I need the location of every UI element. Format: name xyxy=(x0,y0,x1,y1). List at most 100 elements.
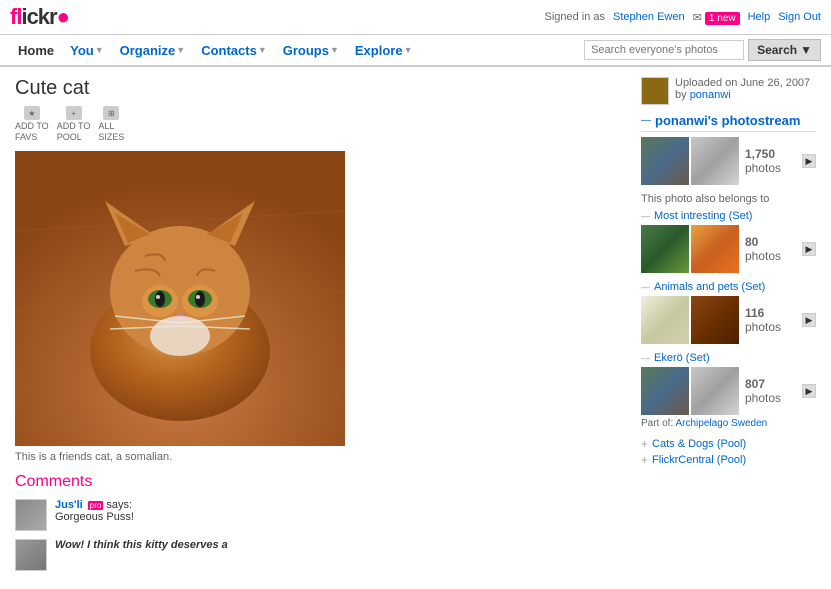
header-left: flickr● xyxy=(10,4,69,30)
photo-caption: This is a friends cat, a somalian. xyxy=(15,451,626,463)
set-3-header: — Ekerö (Set) xyxy=(641,352,816,364)
signed-in-text: Signed in as xyxy=(544,11,605,23)
set-2-count: 116 photos xyxy=(745,306,781,334)
photostream-strip: 1,750 photos ▶ xyxy=(641,137,816,185)
photo-image[interactable] xyxy=(15,151,345,446)
set-2-next-arrow[interactable]: ▶ xyxy=(802,313,816,327)
add-to-pool-button[interactable]: + ADD TOPOOL xyxy=(57,106,91,143)
help-link[interactable]: Help xyxy=(748,11,771,23)
set-3-strip: 807 photos ▶ xyxy=(641,367,816,415)
set-3-next-arrow[interactable]: ▶ xyxy=(802,384,816,398)
upload-info: Uploaded on June 26, 2007 by ponanwi xyxy=(641,77,816,105)
uploaded-text: Uploaded on June 26, 2007 xyxy=(675,77,810,89)
set-2-strip: 116 photos ▶ xyxy=(641,296,816,344)
header-right: Signed in as Stephen Ewen ✉ 1 new Help S… xyxy=(544,11,821,24)
favs-icon: ★ xyxy=(24,106,40,120)
set-3-thumb-1[interactable] xyxy=(641,367,689,415)
comment-user-1[interactable]: Jus'li xyxy=(55,499,83,511)
comments-section: Comments Jus'li pro says: Gorgeous Puss!… xyxy=(15,473,626,571)
set-1-count-area: 80 photos xyxy=(741,235,800,263)
set-1-strip: 80 photos ▶ xyxy=(641,225,816,273)
set-2-count-area: 116 photos xyxy=(741,306,800,334)
part-of-text: Part of: Archipelago Sweden xyxy=(641,418,816,429)
set-1-count: 80 photos xyxy=(745,235,781,263)
set-1-thumb-2[interactable] xyxy=(691,225,739,273)
search-input[interactable] xyxy=(584,40,744,60)
set-3: — Ekerö (Set) 807 photos ▶ Part of: Arch… xyxy=(641,352,816,429)
nav-home[interactable]: Home xyxy=(10,41,62,60)
comment-2: Wow! I think this kitty deserves a xyxy=(15,539,626,571)
sidebar: Uploaded on June 26, 2007 by ponanwi — p… xyxy=(641,77,816,579)
set-3-toggle[interactable]: — xyxy=(641,353,650,363)
photostream-thumb-2[interactable] xyxy=(691,137,739,185)
pools-section: + Cats & Dogs (Pool) + FlickrCentral (Po… xyxy=(641,437,816,467)
nav-you[interactable]: You▼ xyxy=(62,41,112,60)
search-button[interactable]: Search▼ xyxy=(748,39,821,61)
navbar: Home You▼ Organize▼ Contacts▼ Groups▼ Ex… xyxy=(0,35,831,67)
photostream-next-arrow[interactable]: ▶ xyxy=(802,154,816,168)
message-icon[interactable]: ✉ 1 new xyxy=(693,11,740,24)
photostream-count-area: 1,750 photos xyxy=(741,147,800,175)
comment-1: Jus'li pro says: Gorgeous Puss! xyxy=(15,499,626,531)
nav-contacts[interactable]: Contacts▼ xyxy=(193,41,275,60)
uploader-avatar xyxy=(641,77,669,105)
comment-body-1: Jus'li pro says: Gorgeous Puss! xyxy=(55,499,134,531)
set-2: — Animals and pets (Set) 116 photos ▶ xyxy=(641,281,816,344)
photo-actions: ★ ADD TOFAVS + ADD TOPOOL ⊞ ALLSIZES xyxy=(15,106,626,143)
photostream-count: 1,750 photos xyxy=(745,147,800,175)
comment-text-1: Gorgeous Puss! xyxy=(55,511,134,523)
set-1: — Most intresting (Set) 80 photos ▶ xyxy=(641,210,816,273)
comment-says-1: says: xyxy=(106,499,132,511)
pool-1: + Cats & Dogs (Pool) xyxy=(641,437,816,451)
nav-organize[interactable]: Organize▼ xyxy=(112,41,194,60)
main: Cute cat ★ ADD TOFAVS + ADD TOPOOL ⊞ ALL… xyxy=(0,67,831,589)
set-1-toggle[interactable]: — xyxy=(641,211,650,221)
username-link[interactable]: Stephen Ewen xyxy=(613,11,685,23)
all-sizes-button[interactable]: ⊞ ALLSIZES xyxy=(98,106,124,143)
photostream-section-header: — ponanwi's photostream xyxy=(641,113,816,132)
set-2-toggle[interactable]: — xyxy=(641,282,650,292)
search-dropdown-arrow[interactable]: ▼ xyxy=(800,43,812,57)
photo-title: Cute cat xyxy=(15,77,626,100)
photostream-title[interactable]: ponanwi's photostream xyxy=(655,113,800,128)
search-bar: Search▼ xyxy=(584,39,821,61)
comments-title: Comments xyxy=(15,473,626,491)
comment-avatar-2 xyxy=(15,539,47,571)
set-1-header: — Most intresting (Set) xyxy=(641,210,816,222)
set-2-name[interactable]: Animals and pets (Set) xyxy=(654,281,765,293)
uploader-link[interactable]: ponanwi xyxy=(690,89,731,101)
pool-2-link[interactable]: FlickrCentral (Pool) xyxy=(652,454,746,466)
pool-2-plus: + xyxy=(641,453,648,467)
nav-explore[interactable]: Explore▼ xyxy=(347,41,421,60)
set-1-next-arrow[interactable]: ▶ xyxy=(802,242,816,256)
set-2-thumb-1[interactable] xyxy=(641,296,689,344)
set-2-thumb-2[interactable] xyxy=(691,296,739,344)
set-3-thumb-2[interactable] xyxy=(691,367,739,415)
comment-text-2: Wow! I think this kitty deserves a xyxy=(55,539,228,551)
content-area: Cute cat ★ ADD TOFAVS + ADD TOPOOL ⊞ ALL… xyxy=(15,77,626,579)
set-3-count-area: 807 photos xyxy=(741,377,800,405)
set-2-header: — Animals and pets (Set) xyxy=(641,281,816,293)
add-to-favs-button[interactable]: ★ ADD TOFAVS xyxy=(15,106,49,143)
pool-icon: + xyxy=(66,106,82,120)
part-of-link[interactable]: Archipelago Sweden xyxy=(675,418,767,429)
set-3-name[interactable]: Ekerö (Set) xyxy=(654,352,710,364)
set-1-name[interactable]: Most intresting (Set) xyxy=(654,210,752,222)
header: flickr● Signed in as Stephen Ewen ✉ 1 ne… xyxy=(0,0,831,35)
pool-1-link[interactable]: Cats & Dogs (Pool) xyxy=(652,438,746,450)
photostream-thumb-1[interactable] xyxy=(641,137,689,185)
pool-1-plus: + xyxy=(641,437,648,451)
nav-groups[interactable]: Groups▼ xyxy=(275,41,347,60)
comment-pro-badge-1: pro xyxy=(88,501,104,510)
signout-link[interactable]: Sign Out xyxy=(778,11,821,23)
set-1-thumb-1[interactable] xyxy=(641,225,689,273)
photostream-toggle[interactable]: — xyxy=(641,115,651,126)
upload-text: Uploaded on June 26, 2007 by ponanwi xyxy=(675,77,810,101)
comment-body-2: Wow! I think this kitty deserves a xyxy=(55,539,228,571)
pool-2: + FlickrCentral (Pool) xyxy=(641,453,816,467)
set-3-count: 807 photos xyxy=(745,377,781,405)
sizes-icon: ⊞ xyxy=(103,106,119,120)
flickr-logo[interactable]: flickr● xyxy=(10,4,69,30)
by-text: by xyxy=(675,89,687,101)
comment-avatar-1 xyxy=(15,499,47,531)
